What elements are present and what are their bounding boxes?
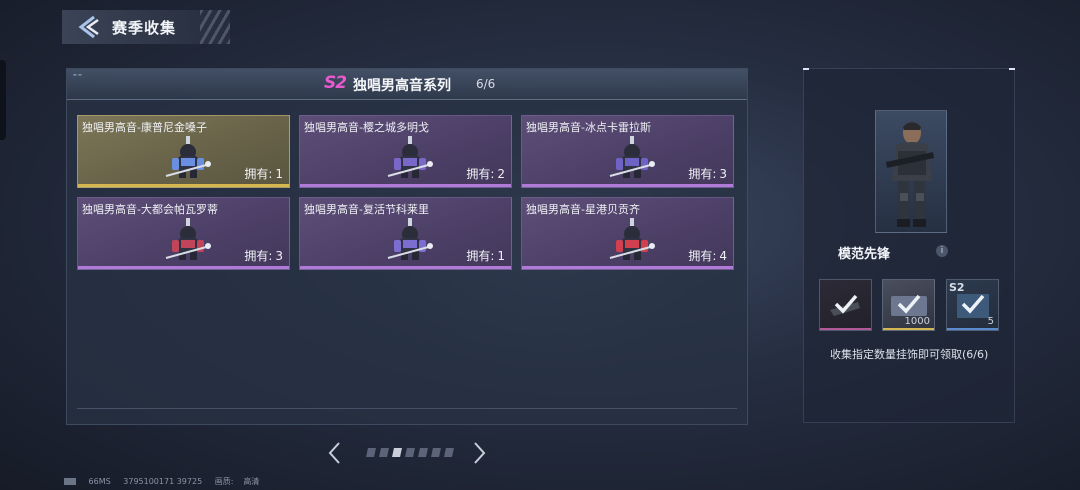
page-dot[interactable]	[418, 448, 428, 457]
panel-header: ▬ ▬ S2 独唱男高音系列 6/6	[67, 69, 747, 100]
item-quantity: 1000	[904, 316, 930, 327]
checkmark-icon	[897, 294, 921, 314]
owned-label: 拥有:	[688, 167, 717, 181]
collection-card[interactable]: 独唱男高音-星港贝贡齐拥有: 4	[521, 197, 734, 270]
info-icon[interactable]: i	[936, 245, 948, 257]
owned-value: 4	[719, 249, 727, 263]
card-name: 独唱男高音-冰点卡雷拉斯	[526, 121, 651, 134]
header-stripes	[200, 10, 230, 44]
collection-card[interactable]: 独唱男高音-复活节科莱里拥有: 1	[299, 197, 512, 270]
collection-card[interactable]: 独唱男高音-康普尼金嗓子拥有: 1	[77, 115, 290, 188]
mecha-pendant-icon	[387, 218, 433, 260]
page-dot[interactable]	[392, 448, 402, 457]
card-name: 独唱男高音-康普尼金嗓子	[82, 121, 207, 134]
owned-count: 拥有: 3	[244, 247, 283, 264]
panel-divider	[77, 408, 737, 409]
mecha-pendant-icon	[165, 136, 211, 178]
reward-slot[interactable]	[819, 279, 872, 331]
status-footer: 66MS 3795100171 39725 画质: 高清	[64, 476, 269, 487]
back-button[interactable]	[76, 14, 102, 40]
reward-slot[interactable]: S2 5	[946, 279, 999, 331]
mecha-pendant-icon	[609, 218, 655, 260]
owned-count: 拥有: 1	[244, 165, 283, 182]
mecha-pendant-icon	[165, 218, 211, 260]
card-name: 独唱男高音-大都会帕瓦罗蒂	[82, 203, 218, 216]
series-title: 独唱男高音系列	[353, 78, 451, 94]
corner-mark	[1009, 68, 1015, 70]
page-dot[interactable]	[379, 448, 389, 457]
owned-value: 1	[497, 249, 505, 263]
owned-count: 拥有: 4	[688, 247, 727, 264]
rarity-bar	[883, 328, 934, 330]
owned-label: 拥有:	[244, 167, 273, 181]
mecha-pendant-icon	[609, 136, 655, 178]
owned-label: 拥有:	[244, 249, 273, 263]
chevron-left-icon	[328, 442, 340, 464]
header-deco-left: ▬ ▬	[73, 72, 82, 77]
season-tag: S2	[949, 281, 965, 294]
quality-value: 高清	[243, 477, 260, 486]
card-name: 独唱男高音-樱之城多明戈	[304, 121, 429, 134]
checkmark-icon	[834, 294, 858, 314]
reward-name: 模范先锋	[838, 247, 891, 262]
rarity-bar	[820, 328, 871, 330]
corner-mark	[803, 68, 809, 70]
side-drawer-handle[interactable]	[0, 60, 6, 140]
owned-count: 拥有: 1	[466, 247, 505, 264]
back-arrow-icon	[78, 15, 99, 39]
card-name: 独唱男高音-复活节科莱里	[304, 203, 429, 216]
user-id: 3795100171 39725	[123, 477, 203, 486]
page-dot[interactable]	[405, 448, 415, 457]
card-name: 独唱男高音-星港贝贡齐	[526, 203, 640, 216]
owned-count: 拥有: 2	[466, 165, 505, 182]
page-title: 赛季收集	[112, 19, 177, 37]
rarity-bar	[947, 328, 998, 330]
owned-label: 拥有:	[466, 167, 495, 181]
collect-requirement-text: 收集指定数量挂饰即可领取(6/6)	[830, 348, 989, 361]
page-dot[interactable]	[366, 448, 376, 457]
page-dot[interactable]	[431, 448, 441, 457]
mecha-pendant-icon	[387, 136, 433, 178]
ping-value: 66MS	[88, 477, 111, 486]
season-badge: S2	[324, 73, 347, 93]
item-quantity: 5	[987, 316, 994, 327]
checkmark-icon	[961, 294, 985, 314]
owned-label: 拥有:	[466, 249, 495, 263]
prev-page-button[interactable]	[326, 440, 344, 466]
quality-label: 画质:	[214, 477, 234, 486]
owned-value: 1	[275, 167, 283, 181]
page-dot[interactable]	[444, 448, 454, 457]
chevron-right-icon	[474, 442, 486, 464]
owned-value: 3	[275, 249, 283, 263]
collection-card[interactable]: 独唱男高音-樱之城多明戈拥有: 2	[299, 115, 512, 188]
reward-slot[interactable]: 1000	[882, 279, 935, 331]
owned-value: 3	[719, 167, 727, 181]
collection-card[interactable]: 独唱男高音-大都会帕瓦罗蒂拥有: 3	[77, 197, 290, 270]
soldier-figure-icon	[885, 122, 935, 227]
next-page-button[interactable]	[470, 440, 488, 466]
owned-value: 2	[497, 167, 505, 181]
reward-character-portrait[interactable]	[875, 110, 947, 233]
series-progress: 6/6	[476, 77, 496, 91]
collection-card[interactable]: 独唱男高音-冰点卡雷拉斯拥有: 3	[521, 115, 734, 188]
collection-panel: ▬ ▬ S2 独唱男高音系列 6/6 独唱男高音-康普尼金嗓子 拥有: 1 独唱男高音…	[66, 68, 748, 425]
owned-count: 拥有: 3	[688, 165, 727, 182]
owned-label: 拥有:	[688, 249, 717, 263]
network-icon	[64, 478, 76, 485]
